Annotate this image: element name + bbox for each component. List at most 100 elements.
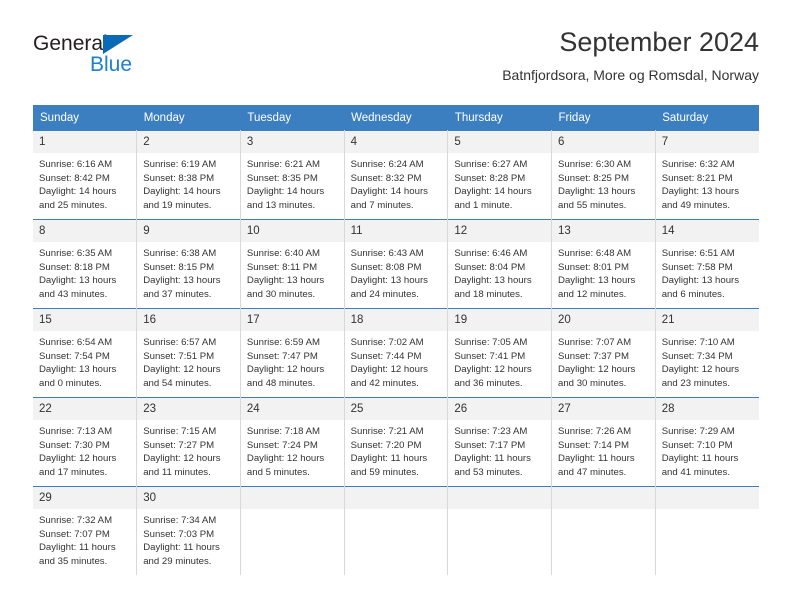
- sunset-text: Sunset: 8:25 PM: [558, 172, 629, 184]
- sunrise-text: Sunrise: 6:35 AM: [39, 248, 113, 259]
- sunset-text: Sunset: 7:10 PM: [661, 439, 733, 451]
- calendar-day-cell[interactable]: 9 Sunrise: 6:38 AM Sunset: 8:15 PM Daylight…: [136, 219, 241, 309]
- day-number: 27: [552, 398, 655, 420]
- daylight-text: Daylight: 11 hours and 47 minutes.: [558, 453, 635, 478]
- sunrise-text: Sunrise: 6:19 AM: [143, 159, 217, 170]
- calendar-day-cell[interactable]: 29 Sunrise: 7:32 AM Sunset: 7:07 PM Dayligh…: [33, 486, 138, 575]
- daylight-text: Daylight: 11 hours and 53 minutes.: [454, 453, 531, 478]
- day-cell-content: 25 Sunrise: 7:21 AM Sunset: 7:20 PM Dayligh…: [344, 398, 448, 486]
- day-details: Sunrise: 7:02 AM Sunset: 7:44 PM Daylight:…: [345, 331, 448, 390]
- day-number: 28: [655, 398, 759, 420]
- daylight-text: Daylight: 13 hours and 30 minutes.: [246, 275, 325, 300]
- sunrise-text: Sunrise: 6:59 AM: [246, 337, 320, 348]
- weekday-header-monday: Monday: [136, 105, 241, 131]
- sunset-text: Sunset: 7:30 PM: [39, 439, 110, 451]
- calendar-day-cell[interactable]: 1 Sunrise: 6:16 AM Sunset: 8:42 PM Daylight…: [33, 130, 138, 220]
- daylight-text: Daylight: 12 hours and 23 minutes.: [661, 364, 740, 389]
- calendar-day-cell[interactable]: 8 Sunrise: 6:35 AM Sunset: 8:18 PM Daylight…: [33, 219, 138, 309]
- calendar-day-cell[interactable]: 11 Sunrise: 6:43 AM Sunset: 8:08 PM Dayligh…: [344, 219, 449, 309]
- day-number: 2: [137, 131, 240, 153]
- sunset-text: Sunset: 8:35 PM: [246, 172, 318, 184]
- calendar-day-cell[interactable]: 10 Sunrise: 6:40 AM Sunset: 8:11 PM Dayligh…: [240, 219, 345, 309]
- day-cell-content: 16 Sunrise: 6:57 AM Sunset: 7:51 PM Dayligh…: [137, 309, 240, 397]
- day-cell-content: 12 Sunrise: 6:46 AM Sunset: 8:04 PM Dayligh…: [448, 220, 552, 308]
- sunrise-text: Sunrise: 6:24 AM: [350, 159, 424, 170]
- day-cell-content: 23 Sunrise: 7:15 AM Sunset: 7:27 PM Dayligh…: [137, 398, 240, 486]
- daylight-text: Daylight: 11 hours and 59 minutes.: [350, 453, 428, 478]
- day-cell-content: [448, 487, 552, 575]
- daylight-text: Daylight: 13 hours and 24 minutes.: [350, 275, 428, 300]
- calendar-header-row: Sunday Monday Tuesday Wednesday Thursday…: [33, 105, 759, 131]
- calendar-day-cell[interactable]: 4 Sunrise: 6:24 AM Sunset: 8:32 PM Daylight…: [344, 130, 449, 220]
- sunrise-text: Sunrise: 7:32 AM: [39, 515, 113, 526]
- sunset-text: Sunset: 7:20 PM: [350, 439, 422, 451]
- day-cell-content: 26 Sunrise: 7:23 AM Sunset: 7:17 PM Dayligh…: [448, 398, 552, 486]
- calendar-day-cell[interactable]: 13 Sunrise: 6:48 AM Sunset: 8:01 PM Dayligh…: [551, 219, 656, 309]
- day-number: 16: [137, 309, 240, 331]
- calendar-day-cell[interactable]: 27 Sunrise: 7:26 AM Sunset: 7:14 PM Dayligh…: [551, 397, 656, 487]
- general-blue-logo[interactable]: General Blue: [33, 32, 233, 88]
- calendar-day-cell[interactable]: 14 Sunrise: 6:51 AM Sunset: 7:58 PM Dayligh…: [655, 219, 759, 309]
- sunset-text: Sunset: 7:44 PM: [350, 350, 422, 362]
- calendar-day-cell[interactable]: 25 Sunrise: 7:21 AM Sunset: 7:20 PM Dayligh…: [344, 397, 449, 487]
- calendar-day-cell[interactable]: 15 Sunrise: 6:54 AM Sunset: 7:54 PM Dayligh…: [33, 308, 138, 398]
- day-number: 17: [240, 309, 344, 331]
- sunrise-text: Sunrise: 6:40 AM: [246, 248, 320, 259]
- day-cell-content: 20 Sunrise: 7:07 AM Sunset: 7:37 PM Dayligh…: [552, 309, 655, 397]
- sunset-text: Sunset: 8:11 PM: [246, 261, 318, 273]
- calendar-day-cell[interactable]: 26 Sunrise: 7:23 AM Sunset: 7:17 PM Dayligh…: [447, 397, 553, 487]
- daylight-text: Daylight: 12 hours and 11 minutes.: [143, 453, 221, 478]
- page-title: September 2024: [559, 27, 759, 57]
- calendar-day-cell[interactable]: 16 Sunrise: 6:57 AM Sunset: 7:51 PM Dayligh…: [136, 308, 241, 398]
- calendar-day-cell[interactable]: 19 Sunrise: 7:05 AM Sunset: 7:41 PM Dayligh…: [447, 308, 553, 398]
- sunrise-text: Sunrise: 6:32 AM: [661, 159, 735, 170]
- calendar-day-cell[interactable]: 7 Sunrise: 6:32 AM Sunset: 8:21 PM Daylight…: [655, 130, 759, 220]
- calendar-day-cell[interactable]: 21 Sunrise: 7:10 AM Sunset: 7:34 PM Dayligh…: [655, 308, 759, 398]
- day-details: Sunrise: 6:40 AM Sunset: 8:11 PM Daylight:…: [241, 242, 344, 301]
- calendar-day-cell[interactable]: 20 Sunrise: 7:07 AM Sunset: 7:37 PM Dayligh…: [551, 308, 656, 398]
- daylight-text: Daylight: 14 hours and 25 minutes.: [39, 186, 117, 211]
- calendar-day-cell[interactable]: 17 Sunrise: 6:59 AM Sunset: 7:47 PM Dayligh…: [240, 308, 345, 398]
- day-number: 18: [344, 309, 448, 331]
- calendar-day-cell[interactable]: 12 Sunrise: 6:46 AM Sunset: 8:04 PM Dayligh…: [447, 219, 553, 309]
- day-cell-content: 17 Sunrise: 6:59 AM Sunset: 7:47 PM Dayligh…: [240, 309, 344, 397]
- sunrise-text: Sunrise: 7:26 AM: [558, 426, 632, 437]
- day-number: 12: [448, 220, 552, 242]
- day-details: Sunrise: 7:10 AM Sunset: 7:34 PM Daylight:…: [656, 331, 759, 390]
- day-details: Sunrise: 6:43 AM Sunset: 8:08 PM Daylight:…: [345, 242, 448, 301]
- calendar-day-cell[interactable]: 5 Sunrise: 6:27 AM Sunset: 8:28 PM Daylight…: [447, 130, 553, 220]
- calendar-day-cell[interactable]: 28 Sunrise: 7:29 AM Sunset: 7:10 PM Dayligh…: [655, 397, 759, 487]
- logo-text-blue: Blue: [90, 53, 133, 76]
- calendar-day-cell[interactable]: 18 Sunrise: 7:02 AM Sunset: 7:44 PM Dayligh…: [344, 308, 449, 398]
- logo-triangle-icon: [103, 35, 133, 54]
- calendar-week-row: 29 Sunrise: 7:32 AM Sunset: 7:07 PM Dayligh…: [33, 486, 759, 575]
- day-cell-content: 27 Sunrise: 7:26 AM Sunset: 7:14 PM Dayligh…: [552, 398, 655, 486]
- calendar-week-row: 15 Sunrise: 6:54 AM Sunset: 7:54 PM Dayligh…: [33, 308, 759, 398]
- day-number: 15: [33, 309, 137, 331]
- calendar-day-cell[interactable]: 24 Sunrise: 7:18 AM Sunset: 7:24 PM Dayligh…: [240, 397, 345, 487]
- sunrise-text: Sunrise: 6:43 AM: [350, 248, 424, 259]
- weekday-header-tuesday: Tuesday: [240, 105, 345, 131]
- sunrise-text: Sunrise: 7:05 AM: [454, 337, 528, 348]
- sunrise-text: Sunrise: 6:57 AM: [143, 337, 217, 348]
- calendar-day-cell[interactable]: 2 Sunrise: 6:19 AM Sunset: 8:38 PM Daylight…: [136, 130, 241, 220]
- day-cell-content: 30 Sunrise: 7:34 AM Sunset: 7:03 PM Dayligh…: [137, 487, 240, 575]
- calendar-week-row: 1 Sunrise: 6:16 AM Sunset: 8:42 PM Daylight…: [33, 130, 759, 220]
- day-cell-content: 28 Sunrise: 7:29 AM Sunset: 7:10 PM Dayligh…: [655, 398, 759, 486]
- calendar-empty-cell: [344, 486, 449, 575]
- day-number: 26: [448, 398, 552, 420]
- calendar-day-cell[interactable]: 22 Sunrise: 7:13 AM Sunset: 7:30 PM Dayligh…: [33, 397, 138, 487]
- sunset-text: Sunset: 7:24 PM: [246, 439, 318, 451]
- sunrise-text: Sunrise: 6:46 AM: [454, 248, 528, 259]
- day-cell-content: 21 Sunrise: 7:10 AM Sunset: 7:34 PM Dayligh…: [655, 309, 759, 397]
- calendar-day-cell[interactable]: 30 Sunrise: 7:34 AM Sunset: 7:03 PM Dayligh…: [136, 486, 241, 575]
- day-number: 21: [655, 309, 759, 331]
- calendar-day-cell[interactable]: 6 Sunrise: 6:30 AM Sunset: 8:25 PM Daylight…: [551, 130, 656, 220]
- sunset-text: Sunset: 7:14 PM: [558, 439, 629, 451]
- day-cell-content: 13 Sunrise: 6:48 AM Sunset: 8:01 PM Dayligh…: [552, 220, 655, 308]
- calendar-day-cell[interactable]: 23 Sunrise: 7:15 AM Sunset: 7:27 PM Dayligh…: [136, 397, 241, 487]
- day-details: Sunrise: 7:21 AM Sunset: 7:20 PM Daylight:…: [345, 420, 448, 479]
- sunrise-text: Sunrise: 7:02 AM: [350, 337, 424, 348]
- calendar-day-cell[interactable]: 3 Sunrise: 6:21 AM Sunset: 8:35 PM Daylight…: [240, 130, 345, 220]
- sunrise-text: Sunrise: 6:16 AM: [39, 159, 113, 170]
